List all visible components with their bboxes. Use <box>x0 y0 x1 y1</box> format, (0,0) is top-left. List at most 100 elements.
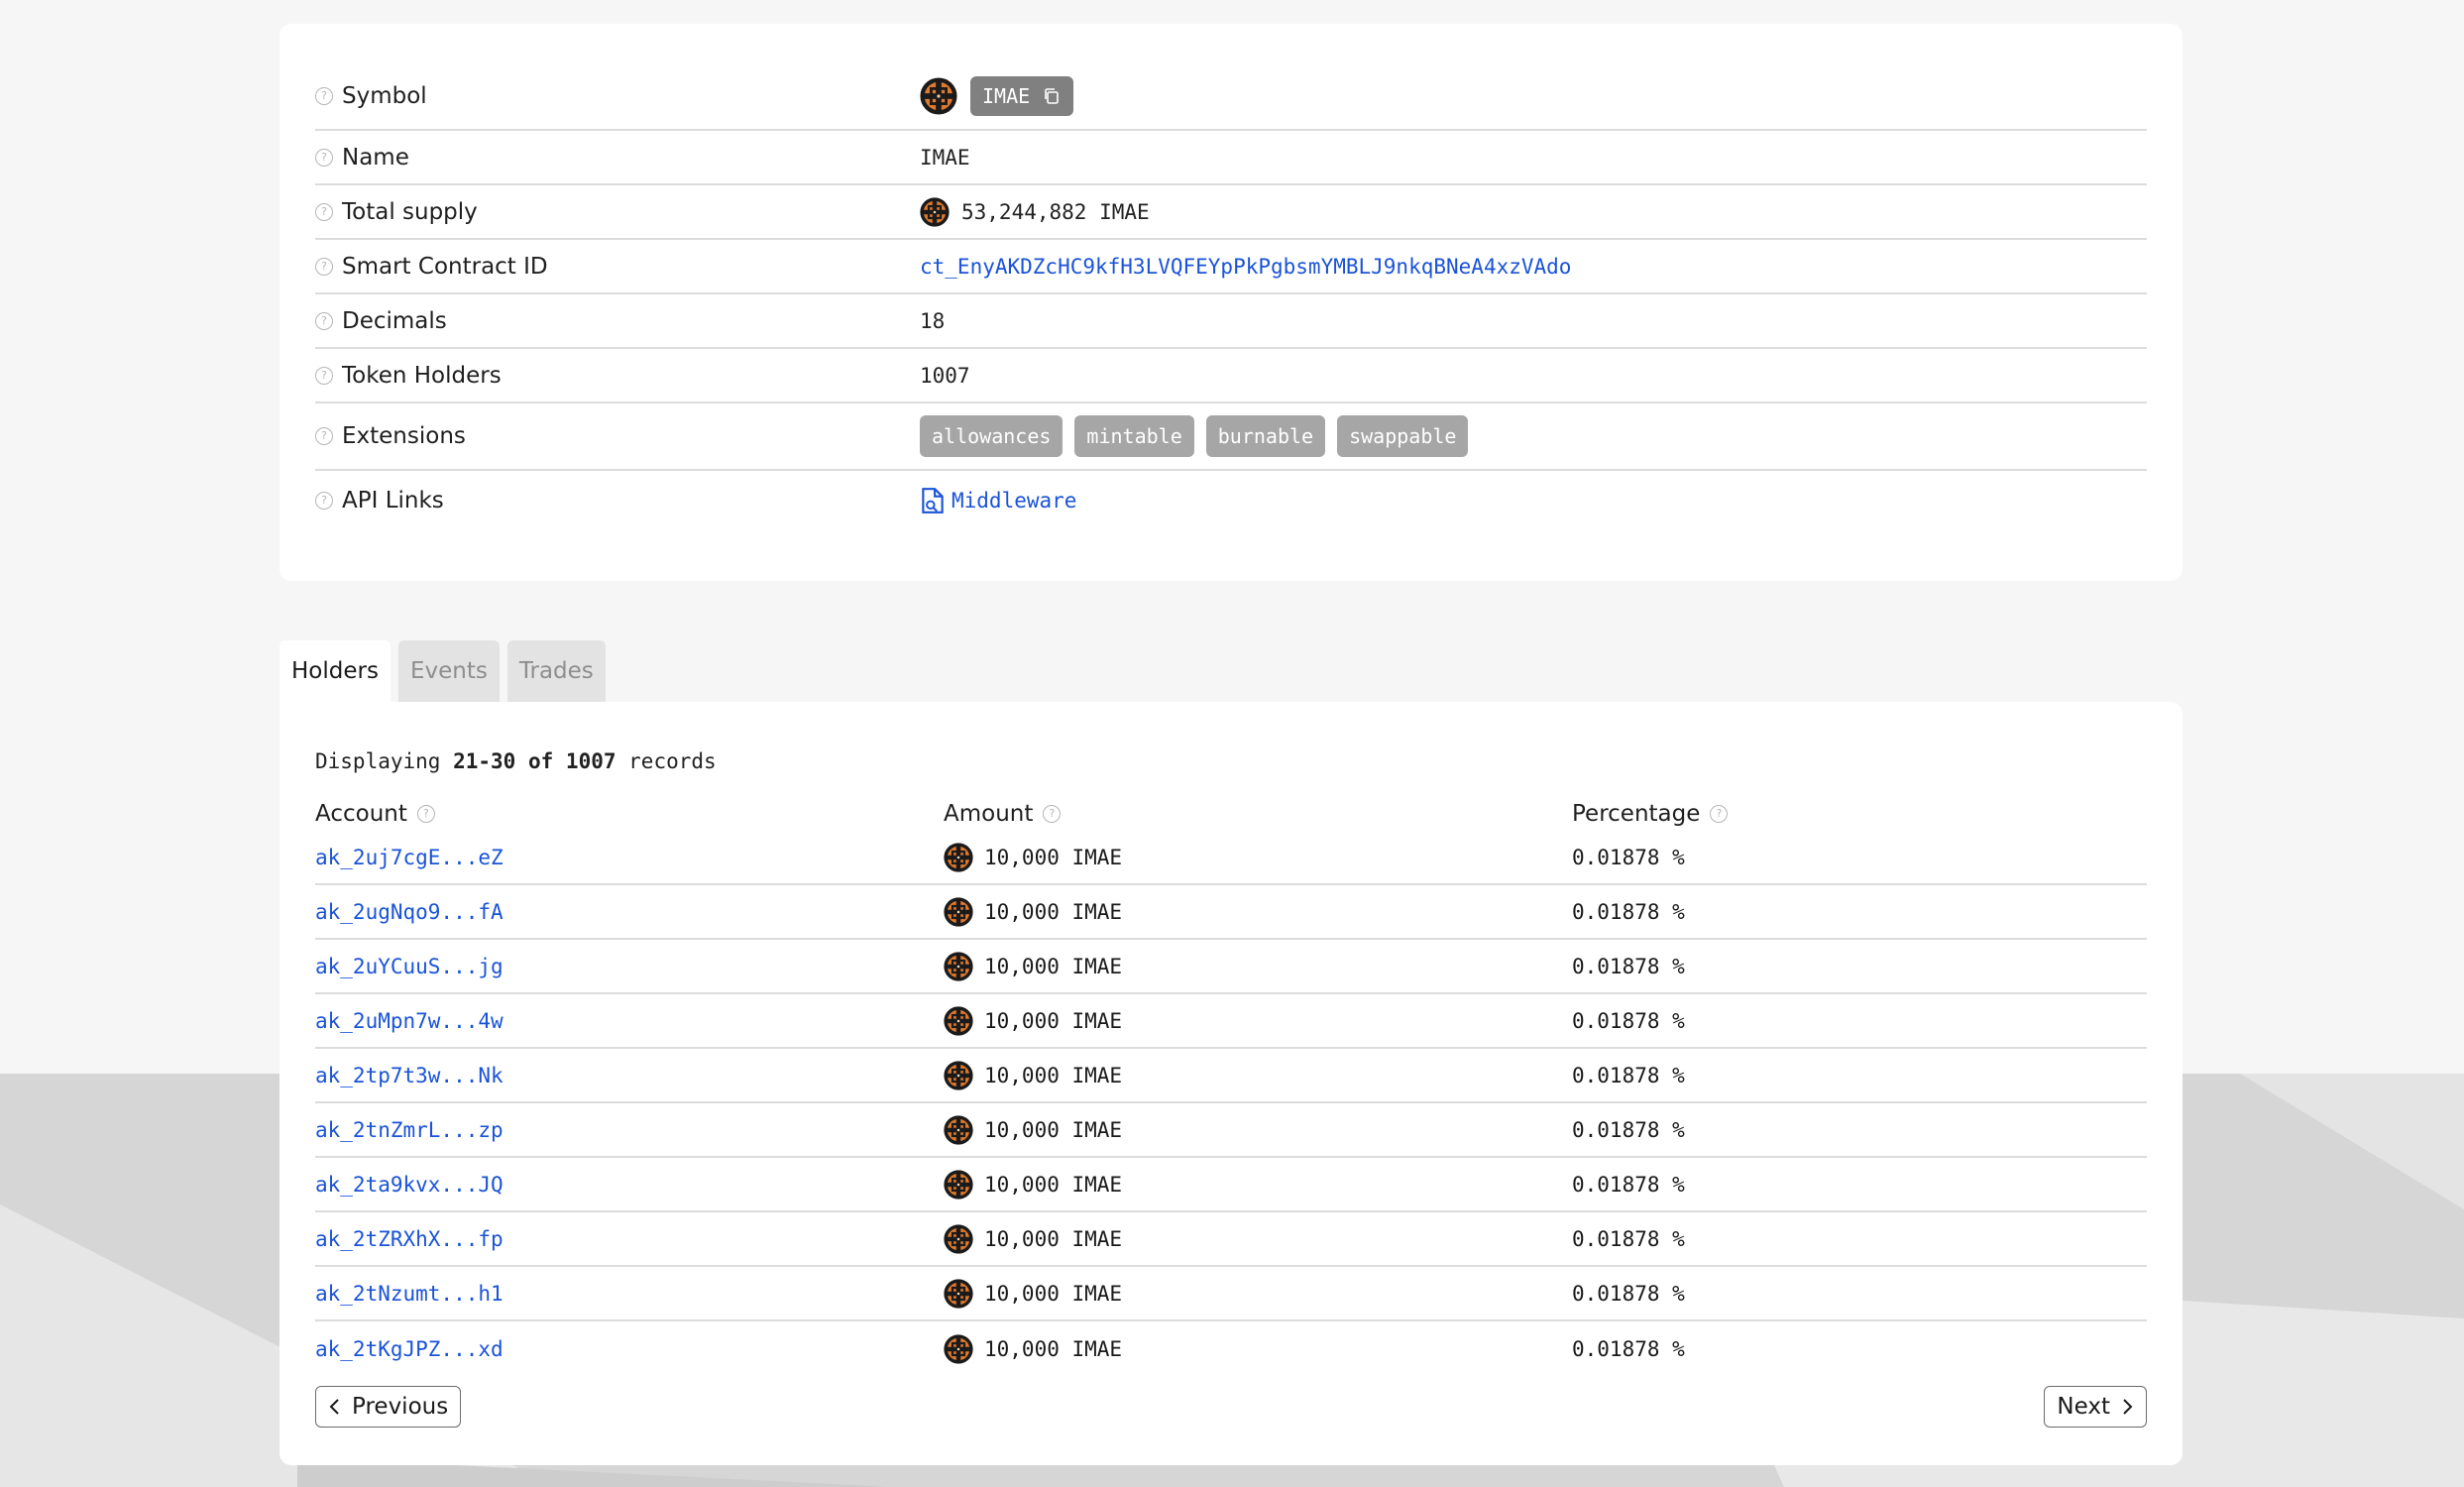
column-header-account: Account ? <box>315 801 944 827</box>
amount-value: 10,000 IMAE <box>984 1117 1123 1142</box>
question-circle-icon[interactable]: ? <box>315 492 333 510</box>
extension-badge: allowances <box>920 415 1064 457</box>
extension-badge: burnable <box>1205 415 1326 457</box>
holders-table-header: Account ? Amount ? Percentage ? <box>315 797 2147 831</box>
table-row: ak_2tnZmrL...zp 10,000 IMAE 0.01878 % <box>315 1103 2147 1158</box>
detail-row-contract-id: ? Smart Contract ID ct_EnyAKDZcHC9kfH3LV… <box>315 240 2147 294</box>
token-logo-icon <box>944 1005 973 1036</box>
token-logo-icon <box>920 77 957 115</box>
amount-value: 10,000 IMAE <box>984 1063 1123 1087</box>
detail-row-total-supply: ? Total supply 53,244,882 IMAE <box>315 185 2147 240</box>
token-logo-icon <box>944 1169 973 1200</box>
amount-value: 10,000 IMAE <box>984 1281 1123 1306</box>
token-logo-icon <box>944 1278 973 1309</box>
account-link[interactable]: ak_2uj7cgE...eZ <box>315 846 504 869</box>
question-circle-icon[interactable]: ? <box>315 427 333 445</box>
percentage-value: 0.01878 % <box>1572 1063 1685 1087</box>
token-logo-icon <box>944 1060 973 1090</box>
account-link[interactable]: ak_2ta9kvx...JQ <box>315 1173 504 1197</box>
column-header-amount: Amount ? <box>944 801 1572 827</box>
chevron-left-icon <box>329 1399 339 1415</box>
amount-value: 10,000 IMAE <box>984 1336 1123 1361</box>
detail-row-extensions: ? Extensions allowances mintable burnabl… <box>315 403 2147 471</box>
amount-value: 10,000 IMAE <box>984 1008 1123 1033</box>
amount-value: 10,000 IMAE <box>984 954 1123 978</box>
contract-id-link[interactable]: ct_EnyAKDZcHC9kfH3LVQFEYpPkPgbsmYMBLJ9nk… <box>920 255 1571 279</box>
middleware-api-link[interactable]: Middleware <box>920 486 1076 515</box>
amount-value: 10,000 IMAE <box>984 899 1123 924</box>
amount-value: 10,000 IMAE <box>984 1172 1123 1197</box>
table-row: ak_2uYCuuS...jg 10,000 IMAE 0.01878 % <box>315 940 2147 994</box>
percentage-value: 0.01878 % <box>1572 1226 1685 1251</box>
symbol-badge: IMAE <box>970 76 1074 116</box>
token-tabs: Holders Events Trades <box>280 640 614 702</box>
tab-holders[interactable]: Holders <box>280 640 391 702</box>
question-circle-icon[interactable]: ? <box>1710 805 1729 823</box>
account-link[interactable]: ak_2tnZmrL...zp <box>315 1118 504 1142</box>
token-logo-icon <box>944 896 973 927</box>
next-page-button[interactable]: Next <box>2044 1386 2147 1428</box>
chevron-right-icon <box>2123 1399 2133 1415</box>
table-row: ak_2ta9kvx...JQ 10,000 IMAE 0.01878 % <box>315 1158 2147 1212</box>
decimals-value: 18 <box>920 308 946 333</box>
token-logo-icon <box>944 1333 973 1364</box>
percentage-value: 0.01878 % <box>1572 1117 1685 1142</box>
token-logo-icon <box>944 1223 973 1254</box>
question-circle-icon[interactable]: ? <box>315 87 333 105</box>
percentage-value: 0.01878 % <box>1572 1336 1685 1361</box>
percentage-value: 0.01878 % <box>1572 1281 1685 1306</box>
detail-label-symbol: ? Symbol <box>315 83 920 109</box>
table-row: ak_2tNzumt...h1 10,000 IMAE 0.01878 % <box>315 1267 2147 1321</box>
question-circle-icon[interactable]: ? <box>315 257 333 276</box>
previous-page-button[interactable]: Previous <box>315 1386 462 1428</box>
token-details-card: ? Symbol IMAE ? Name IMAE ? Total supply <box>280 24 2183 581</box>
token-logo-icon <box>944 1114 973 1145</box>
token-name-value: IMAE <box>920 145 970 170</box>
table-row: ak_2uj7cgE...eZ 10,000 IMAE 0.01878 % <box>315 831 2147 885</box>
column-header-percentage: Percentage ? <box>1572 801 2147 827</box>
detail-row-symbol: ? Symbol IMAE <box>315 24 2147 131</box>
detail-row-name: ? Name IMAE <box>315 131 2147 185</box>
question-circle-icon[interactable]: ? <box>315 202 333 221</box>
question-circle-icon[interactable]: ? <box>315 148 333 167</box>
amount-value: 10,000 IMAE <box>984 1226 1123 1251</box>
table-row: ak_2tZRXhX...fp 10,000 IMAE 0.01878 % <box>315 1212 2147 1267</box>
token-logo-icon <box>944 842 973 872</box>
percentage-value: 0.01878 % <box>1572 899 1685 924</box>
table-row: ak_2tKgJPZ...xd 10,000 IMAE 0.01878 % <box>315 1321 2147 1376</box>
copy-icon[interactable] <box>1042 86 1062 106</box>
account-link[interactable]: ak_2ugNqo9...fA <box>315 900 504 924</box>
holders-count-value: 1007 <box>920 363 970 388</box>
table-row: ak_2tp7t3w...Nk 10,000 IMAE 0.01878 % <box>315 1049 2147 1103</box>
account-link[interactable]: ak_2tNzumt...h1 <box>315 1282 504 1306</box>
detail-row-holders: ? Token Holders 1007 <box>315 349 2147 403</box>
detail-value-symbol: IMAE <box>920 76 1074 116</box>
holders-table-body: ak_2uj7cgE...eZ 10,000 IMAE 0.01878 % ak… <box>315 831 2147 1376</box>
account-link[interactable]: ak_2tKgJPZ...xd <box>315 1337 504 1361</box>
extension-badge: swappable <box>1337 415 1469 457</box>
token-logo-icon <box>944 951 973 981</box>
account-link[interactable]: ak_2uMpn7w...4w <box>315 1009 504 1033</box>
question-circle-icon[interactable]: ? <box>1043 805 1062 823</box>
percentage-value: 0.01878 % <box>1572 954 1685 978</box>
extensions-list: allowances mintable burnable swappable <box>920 415 1480 457</box>
total-supply-value: 53,244,882 IMAE <box>961 199 1150 224</box>
tab-events[interactable]: Events <box>397 640 500 702</box>
percentage-value: 0.01878 % <box>1572 1008 1685 1033</box>
percentage-value: 0.01878 % <box>1572 845 1685 869</box>
account-link[interactable]: ak_2tZRXhX...fp <box>315 1227 504 1251</box>
records-summary: Displaying 21-30 of 1007 records <box>315 749 717 773</box>
account-link[interactable]: ak_2uYCuuS...jg <box>315 955 504 978</box>
question-circle-icon[interactable]: ? <box>315 366 333 385</box>
detail-row-decimals: ? Decimals 18 <box>315 294 2147 349</box>
account-link[interactable]: ak_2tp7t3w...Nk <box>315 1064 504 1087</box>
tab-trades[interactable]: Trades <box>506 640 606 702</box>
extension-badge: mintable <box>1074 415 1194 457</box>
question-circle-icon[interactable]: ? <box>315 311 333 330</box>
percentage-value: 0.01878 % <box>1572 1172 1685 1197</box>
question-circle-icon[interactable]: ? <box>416 805 435 823</box>
document-link-icon <box>922 488 944 514</box>
table-row: ak_2ugNqo9...fA 10,000 IMAE 0.01878 % <box>315 885 2147 940</box>
holders-panel: Displaying 21-30 of 1007 records Account… <box>280 702 2183 1465</box>
table-row: ak_2uMpn7w...4w 10,000 IMAE 0.01878 % <box>315 994 2147 1049</box>
